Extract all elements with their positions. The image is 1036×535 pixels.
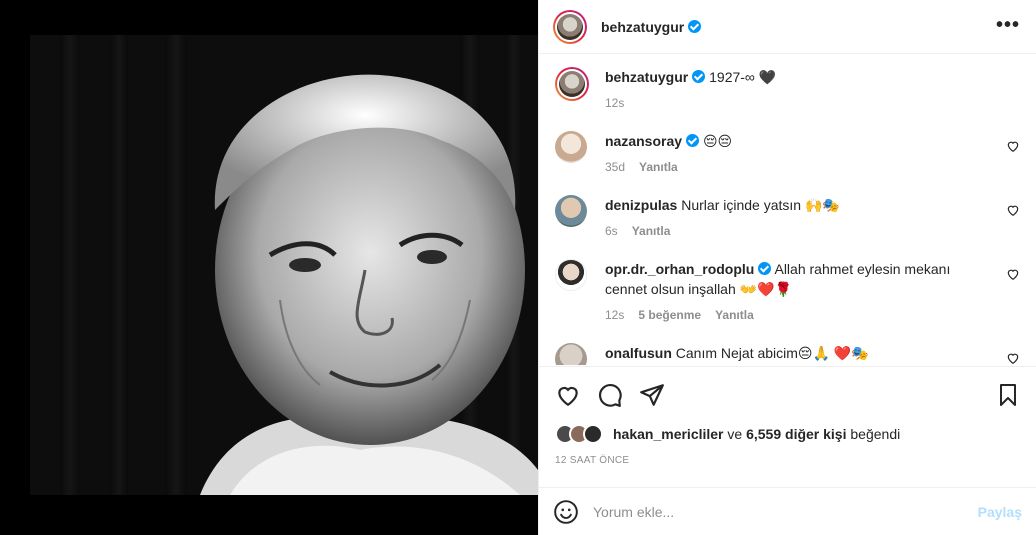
likes-connector: ve	[727, 426, 743, 442]
comment-time: 6s	[605, 224, 618, 238]
caption: behzatuygur 1927-∞ 🖤 12s	[555, 67, 1020, 113]
like-comment-icon[interactable]	[1006, 139, 1020, 153]
caption-time: 12s	[605, 96, 625, 110]
caption-text: 1927-∞ 🖤	[709, 69, 777, 85]
commenter-avatar[interactable]	[555, 131, 587, 163]
post-detail-panel: behzatuygur ••• behzatuygur 1927-∞ 🖤 12s…	[538, 0, 1036, 535]
verified-icon	[692, 70, 706, 83]
comment-item: opr.dr._orhan_rodoplu Allah rahmet eyles…	[555, 259, 1020, 325]
comment-item: nazansoray 😔😔 35d Yanıtla	[555, 131, 1020, 177]
comment-icon[interactable]	[597, 382, 623, 408]
like-comment-icon[interactable]	[1006, 203, 1020, 217]
reply-button[interactable]: Yanıtla	[632, 224, 671, 238]
post-timestamp[interactable]: 12 SAAT ÖNCE	[555, 455, 629, 466]
likes-summary: hakan_mericliler ve 6,559 diğer kişi beğ…	[555, 422, 1020, 446]
heart-icon[interactable]	[555, 382, 581, 408]
like-comment-icon[interactable]	[1006, 351, 1020, 365]
verified-icon	[758, 262, 772, 275]
likes-suffix: beğendi	[850, 426, 901, 442]
comment-text: 😔😔	[702, 133, 733, 149]
comment-username[interactable]: nazansoray	[605, 133, 682, 149]
author-avatar[interactable]	[553, 9, 587, 44]
portrait-illustration	[30, 35, 538, 495]
post-comment-button[interactable]: Paylaş	[978, 504, 1022, 520]
author-username[interactable]: behzatuygur	[601, 19, 684, 35]
post-image[interactable]	[0, 0, 538, 535]
liker-avatars[interactable]	[555, 424, 603, 444]
likes-count[interactable]: 6,559 diğer kişi	[746, 426, 846, 442]
commenter-avatar[interactable]	[555, 259, 587, 291]
share-icon[interactable]	[639, 382, 665, 408]
first-liker[interactable]: hakan_mericliler	[613, 426, 724, 442]
caption-username[interactable]: behzatuygur	[605, 69, 688, 85]
emoji-icon[interactable]	[553, 499, 579, 525]
comment-text: Canım Nejat abicim😔🙏 ❤️🎭	[675, 345, 869, 361]
post-header: behzatuygur •••	[539, 0, 1036, 54]
post-actions-bar	[539, 366, 1036, 422]
comments-list[interactable]: behzatuygur 1927-∞ 🖤 12s nazansoray 😔😔 3…	[539, 55, 1036, 365]
verified-icon	[688, 20, 702, 33]
caption-avatar[interactable]	[555, 67, 589, 101]
comment-text: Nurlar içinde yatsın 🙌🎭	[681, 197, 840, 213]
more-options-icon[interactable]: •••	[996, 14, 1020, 37]
add-comment-bar: Yorum ekle... Paylaş	[539, 487, 1036, 535]
comment-username[interactable]: onalfusun	[605, 345, 672, 361]
verified-icon	[686, 134, 700, 147]
comment-username[interactable]: denizpulas	[605, 197, 677, 213]
bookmark-icon[interactable]	[996, 383, 1020, 407]
comment-item: onalfusun Canım Nejat abicim😔🙏 ❤️🎭	[555, 343, 1020, 365]
commenter-avatar[interactable]	[555, 195, 587, 227]
comment-likes[interactable]: 5 beğenme	[638, 308, 701, 322]
reply-button[interactable]: Yanıtla	[715, 308, 754, 322]
commenter-avatar[interactable]	[555, 343, 587, 365]
comment-time: 12s	[605, 308, 625, 322]
comment-item: denizpulas Nurlar içinde yatsın 🙌🎭 6s Yan…	[555, 195, 1020, 241]
liker-avatar	[583, 424, 603, 444]
comment-time: 35d	[605, 160, 626, 174]
reply-button[interactable]: Yanıtla	[639, 160, 678, 174]
comment-input[interactable]: Yorum ekle...	[593, 504, 978, 520]
like-comment-icon[interactable]	[1006, 267, 1020, 281]
comment-username[interactable]: opr.dr._orhan_rodoplu	[605, 261, 754, 277]
